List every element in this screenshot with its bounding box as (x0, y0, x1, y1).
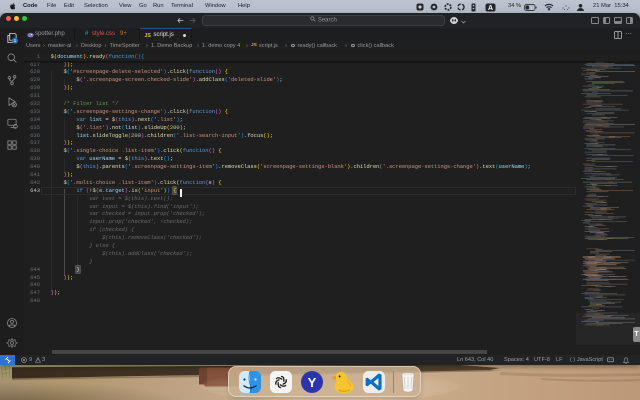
svg-text:A: A (488, 5, 493, 12)
svg-text:Y: Y (308, 375, 317, 390)
svg-text:1: 1 (14, 38, 17, 44)
